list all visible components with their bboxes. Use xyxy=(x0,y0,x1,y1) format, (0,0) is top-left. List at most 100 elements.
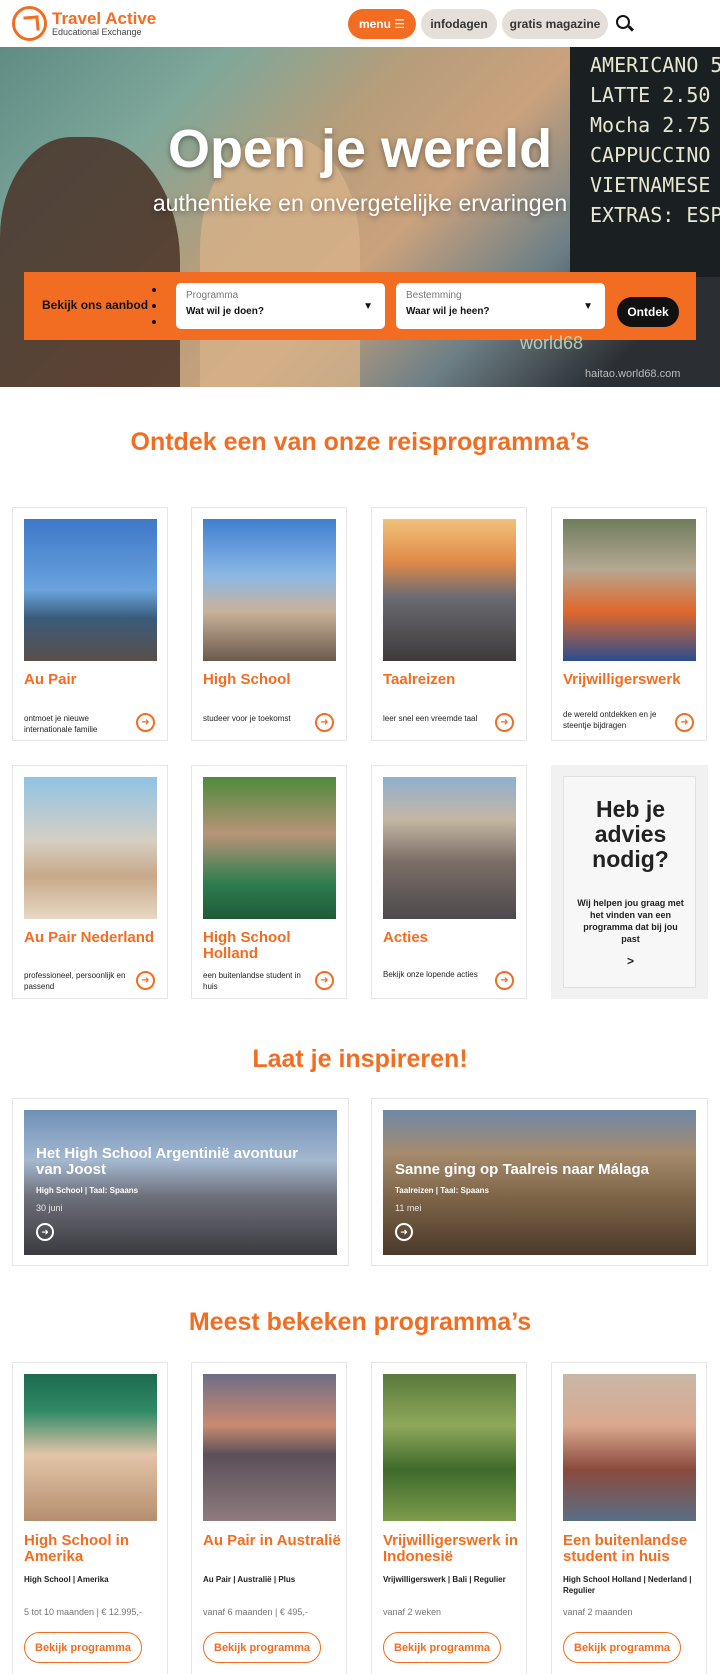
board-line: LATTE 2.50 3. xyxy=(590,83,720,107)
program-card[interactable]: High School studeer voor je toekomst ➜ xyxy=(191,507,347,741)
chevron-right-icon[interactable]: > xyxy=(564,954,697,968)
infodagen-button[interactable]: infodagen xyxy=(421,9,497,39)
bekijk-programma-button[interactable]: Bekijk programma xyxy=(383,1632,501,1663)
program-desc: Bekijk onze lopende acties xyxy=(383,970,478,979)
popular-image xyxy=(563,1374,696,1521)
popular-image xyxy=(24,1374,157,1521)
program-card[interactable]: Au Pair Nederland professioneel, persoon… xyxy=(12,765,168,999)
program-desc: studeer voor je toekomst xyxy=(203,714,291,723)
search-bar: Bekijk ons aanbod Programma Wat wil je d… xyxy=(24,272,696,340)
popular-image xyxy=(383,1374,516,1521)
bekijk-programma-button[interactable]: Bekijk programma xyxy=(24,1632,142,1663)
programs-title: Ontdek een van onze reisprogramma’s xyxy=(130,428,590,456)
logo-title: Travel Active xyxy=(52,8,157,28)
bestemming-select[interactable]: Bestemming Waar wil je heen? ▼ xyxy=(396,283,605,329)
story-date: 30 juni xyxy=(36,1203,63,1213)
arrow-right-icon[interactable]: ➜ xyxy=(495,971,514,990)
site-header: Travel Active Educational Exchange menu … xyxy=(0,0,720,47)
program-title: Vrijwilligerswerk xyxy=(563,671,681,688)
popular-title: Meest bekeken programma’s xyxy=(188,1308,532,1336)
popular-meta: Vrijwilligerswerk | Bali | Regulier xyxy=(383,1575,506,1584)
programma-select[interactable]: Programma Wat wil je doen? ▼ xyxy=(176,283,385,329)
story-meta: Taalreizen | Taal: Spaans xyxy=(395,1186,489,1195)
program-card[interactable]: Au Pair ontmoet je nieuwe internationale… xyxy=(12,507,168,741)
story-meta: High School | Taal: Spaans xyxy=(36,1186,139,1195)
inspire-title: Laat je inspireren! xyxy=(252,1045,468,1073)
search-icon[interactable] xyxy=(616,15,630,29)
advies-title: Heb je advies nodig? xyxy=(592,796,669,872)
advies-inner: Heb je advies nodig? Wij helpen jou graa… xyxy=(563,776,696,988)
bestemming-label: Bestemming xyxy=(406,290,462,301)
program-card[interactable]: Acties Bekijk onze lopende acties ➜ xyxy=(371,765,527,999)
watermark: world68 xyxy=(520,333,584,353)
arrow-right-icon[interactable]: ➜ xyxy=(495,713,514,732)
arrow-right-icon[interactable]: ➜ xyxy=(315,713,334,732)
hero: AMERICANO 50/1 LATTE 2.50 3. Mocha 2.75 … xyxy=(0,47,720,387)
arrow-right-icon[interactable]: ➜ xyxy=(395,1223,413,1241)
story-image xyxy=(383,1110,696,1255)
arrow-right-icon[interactable]: ➜ xyxy=(36,1223,54,1241)
hero-subtitle: authentieke en onvergetelijke ervaringen xyxy=(152,190,568,216)
arrow-right-icon[interactable]: ➜ xyxy=(136,713,155,732)
magazine-button[interactable]: gratis magazine xyxy=(502,9,608,39)
popular-title: Vrijwilligerswerk in Indonesië xyxy=(383,1532,519,1565)
bekijk-programma-button[interactable]: Bekijk programma xyxy=(563,1632,681,1663)
program-desc: een buitenlandse student in huis xyxy=(203,971,301,991)
advies-card[interactable]: Heb je advies nodig? Wij helpen jou graa… xyxy=(551,765,708,999)
arrow-right-icon[interactable]: ➜ xyxy=(136,971,155,990)
logo[interactable]: Travel Active Educational Exchange xyxy=(12,6,156,41)
search-bar-label: Bekijk ons aanbod xyxy=(42,298,149,312)
popular-meta: High School | Amerika xyxy=(24,1575,109,1584)
chevron-down-icon: ▼ xyxy=(583,301,593,312)
program-image xyxy=(203,777,336,919)
program-title: Taalreizen xyxy=(383,671,456,688)
ontdek-button[interactable]: Ontdek xyxy=(617,297,679,327)
hamburger-icon: ☰ xyxy=(394,17,406,31)
popular-price: vanaf 6 maanden | € 495,- xyxy=(203,1607,308,1617)
bekijk-programma-button[interactable]: Bekijk programma xyxy=(203,1632,321,1663)
program-desc: professioneel, persoonlijk en passend xyxy=(24,971,126,991)
program-title: High School xyxy=(203,671,291,688)
menu-button[interactable]: menu ☰ xyxy=(348,9,416,39)
popular-card[interactable]: Au Pair in Australië Au Pair | Australië… xyxy=(191,1362,347,1674)
bestemming-value: Waar wil je heen? xyxy=(406,306,490,317)
popular-price: vanaf 2 maanden xyxy=(563,1607,633,1617)
program-card[interactable]: Taalreizen leer snel een vreemde taal ➜ xyxy=(371,507,527,741)
programma-label: Programma xyxy=(186,290,239,301)
program-title: High School Holland xyxy=(203,929,291,962)
popular-image xyxy=(203,1374,336,1521)
popular-title: Een buitenlandse student in huis xyxy=(563,1532,688,1565)
logo-arrow-icon xyxy=(12,6,47,41)
story-date: 11 mei xyxy=(395,1203,422,1213)
popular-meta: High School Holland | Nederland | Reguli… xyxy=(563,1575,692,1595)
chevron-down-icon: ▼ xyxy=(363,301,373,312)
popular-card[interactable]: Vrijwilligerswerk in Indonesië Vrijwilli… xyxy=(371,1362,527,1674)
logo-subtitle: Educational Exchange xyxy=(52,26,142,37)
program-card[interactable]: High School Holland een buitenlandse stu… xyxy=(191,765,347,999)
story-title: Het High School Argentinië avontuur van … xyxy=(36,1145,298,1178)
story-image xyxy=(24,1110,337,1255)
programma-value: Wat wil je doen? xyxy=(186,306,264,317)
story-card[interactable]: Het High School Argentinië avontuur van … xyxy=(12,1098,349,1266)
popular-price: 5 tot 10 maanden | € 12.995,- xyxy=(24,1607,142,1617)
menu-label: menu xyxy=(358,17,391,31)
program-card[interactable]: Vrijwilligerswerk de wereld ontdekken en… xyxy=(551,507,707,741)
arrow-right-icon[interactable]: ➜ xyxy=(315,971,334,990)
program-desc: de wereld ontdekken en je steentje bijdr… xyxy=(563,710,657,730)
program-image xyxy=(24,777,157,919)
popular-card[interactable]: Een buitenlandse student in huis High Sc… xyxy=(551,1362,707,1674)
program-image xyxy=(203,519,336,661)
advies-desc: Wij helpen jou graag met het vinden van … xyxy=(577,898,684,944)
popular-price: vanaf 2 weken xyxy=(383,1607,442,1617)
popular-card[interactable]: High School in Amerika High School | Ame… xyxy=(12,1362,168,1674)
program-image xyxy=(383,519,516,661)
program-title: Au Pair xyxy=(24,671,77,688)
board-line: AMERICANO 50/1 xyxy=(590,53,720,77)
story-card[interactable]: Sanne ging op Taalreis naar Málaga Taalr… xyxy=(371,1098,708,1266)
popular-meta: Au Pair | Australië | Plus xyxy=(203,1575,296,1584)
arrow-right-icon[interactable]: ➜ xyxy=(675,713,694,732)
watermark-url: haitao.world68.com xyxy=(585,368,681,380)
hero-title: Open je wereld xyxy=(167,119,553,179)
program-title: Au Pair Nederland xyxy=(24,929,155,946)
story-title: Sanne ging op Taalreis naar Málaga xyxy=(395,1161,649,1178)
